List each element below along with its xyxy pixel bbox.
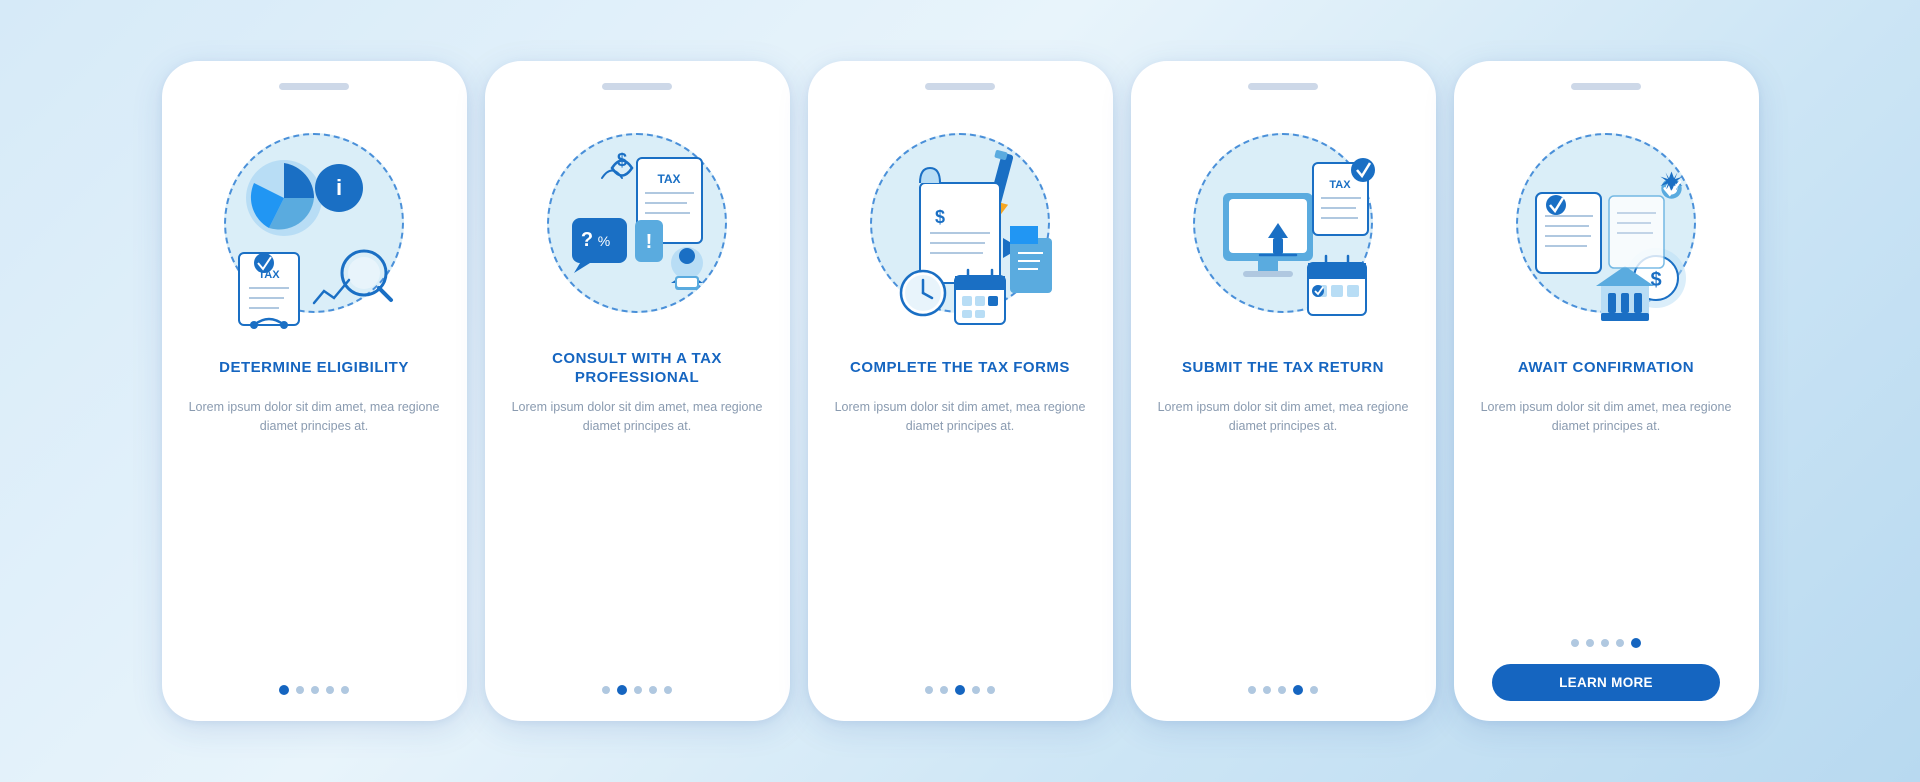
dot-active (1631, 638, 1641, 648)
phone-notch (279, 83, 349, 90)
icon-area-3: $ (855, 108, 1065, 338)
card-3-title: COMPLETE THE TAX FORMS (850, 348, 1070, 388)
svg-text:TAX: TAX (1329, 179, 1351, 191)
learn-more-button[interactable]: LEARN MORE (1492, 664, 1721, 701)
consult-icon: TAX $ ? % ! (532, 108, 742, 338)
dot (940, 686, 948, 694)
icon-area-4: TAX (1178, 108, 1388, 338)
icon-area-5: $ (1501, 108, 1711, 338)
complete-icon: $ (855, 108, 1065, 338)
card-1-desc: Lorem ipsum dolor sit dim amet, mea regi… (180, 398, 449, 470)
card-4-dots (1248, 675, 1318, 695)
dot (1263, 686, 1271, 694)
eligibility-icon: i TAX (209, 108, 419, 338)
dot-active (1293, 685, 1303, 695)
dot (1601, 639, 1609, 647)
card-4-title: SUBMIT THE TAX RETURN (1182, 348, 1384, 388)
card-5-desc: Lorem ipsum dolor sit dim amet, mea regi… (1472, 398, 1741, 470)
dot (1248, 686, 1256, 694)
card-determine-eligibility: i TAX DETERMIN (162, 61, 467, 721)
card-3-desc: Lorem ipsum dolor sit dim amet, mea regi… (826, 398, 1095, 470)
phone-notch (602, 83, 672, 90)
phone-notch (925, 83, 995, 90)
dot (341, 686, 349, 694)
card-5-title: AWAIT CONFIRMATION (1518, 348, 1694, 388)
phone-notch (1571, 83, 1641, 90)
dot (1586, 639, 1594, 647)
svg-text:%: % (598, 233, 610, 249)
card-submit: TAX SUBMIT THE TAX RETURN L (1131, 61, 1436, 721)
dot (634, 686, 642, 694)
dot (1278, 686, 1286, 694)
card-await-confirmation: $ AWAIT CONFIRMATION Lorem ipsum dolor s… (1454, 61, 1759, 721)
card-2-dots (602, 675, 672, 695)
dot-active (279, 685, 289, 695)
dot (296, 686, 304, 694)
svg-text:!: ! (646, 231, 653, 253)
dot-active (955, 685, 965, 695)
card-2-title: CONSULT WITH A TAX PROFESSIONAL (503, 348, 772, 388)
cards-container: i TAX DETERMIN (162, 61, 1759, 721)
dot (1616, 639, 1624, 647)
dot-active (617, 685, 627, 695)
dot (925, 686, 933, 694)
dot (602, 686, 610, 694)
icon-area-1: i TAX (209, 108, 419, 338)
dot (664, 686, 672, 694)
svg-text:TAX: TAX (657, 172, 680, 186)
icon-area-2: TAX $ ? % ! (532, 108, 742, 338)
card-2-desc: Lorem ipsum dolor sit dim amet, mea regi… (503, 398, 772, 470)
await-icon: $ (1501, 108, 1711, 338)
card-5-dots (1571, 628, 1641, 648)
card-complete: $ (808, 61, 1113, 721)
svg-text:$: $ (935, 207, 945, 227)
svg-text:i: i (336, 175, 342, 200)
submit-icon: TAX (1178, 108, 1388, 338)
card-consult: TAX $ ? % ! (485, 61, 790, 721)
card-1-dots (279, 675, 349, 695)
card-1-title: DETERMINE ELIGIBILITY (219, 348, 409, 388)
dot (987, 686, 995, 694)
dot (326, 686, 334, 694)
dot (649, 686, 657, 694)
svg-text:$: $ (1650, 269, 1661, 291)
phone-notch (1248, 83, 1318, 90)
svg-text:$: $ (617, 150, 627, 170)
dot (1571, 639, 1579, 647)
dot (311, 686, 319, 694)
svg-text:?: ? (581, 229, 593, 251)
dot (972, 686, 980, 694)
dot (1310, 686, 1318, 694)
card-4-desc: Lorem ipsum dolor sit dim amet, mea regi… (1149, 398, 1418, 470)
card-3-dots (925, 675, 995, 695)
